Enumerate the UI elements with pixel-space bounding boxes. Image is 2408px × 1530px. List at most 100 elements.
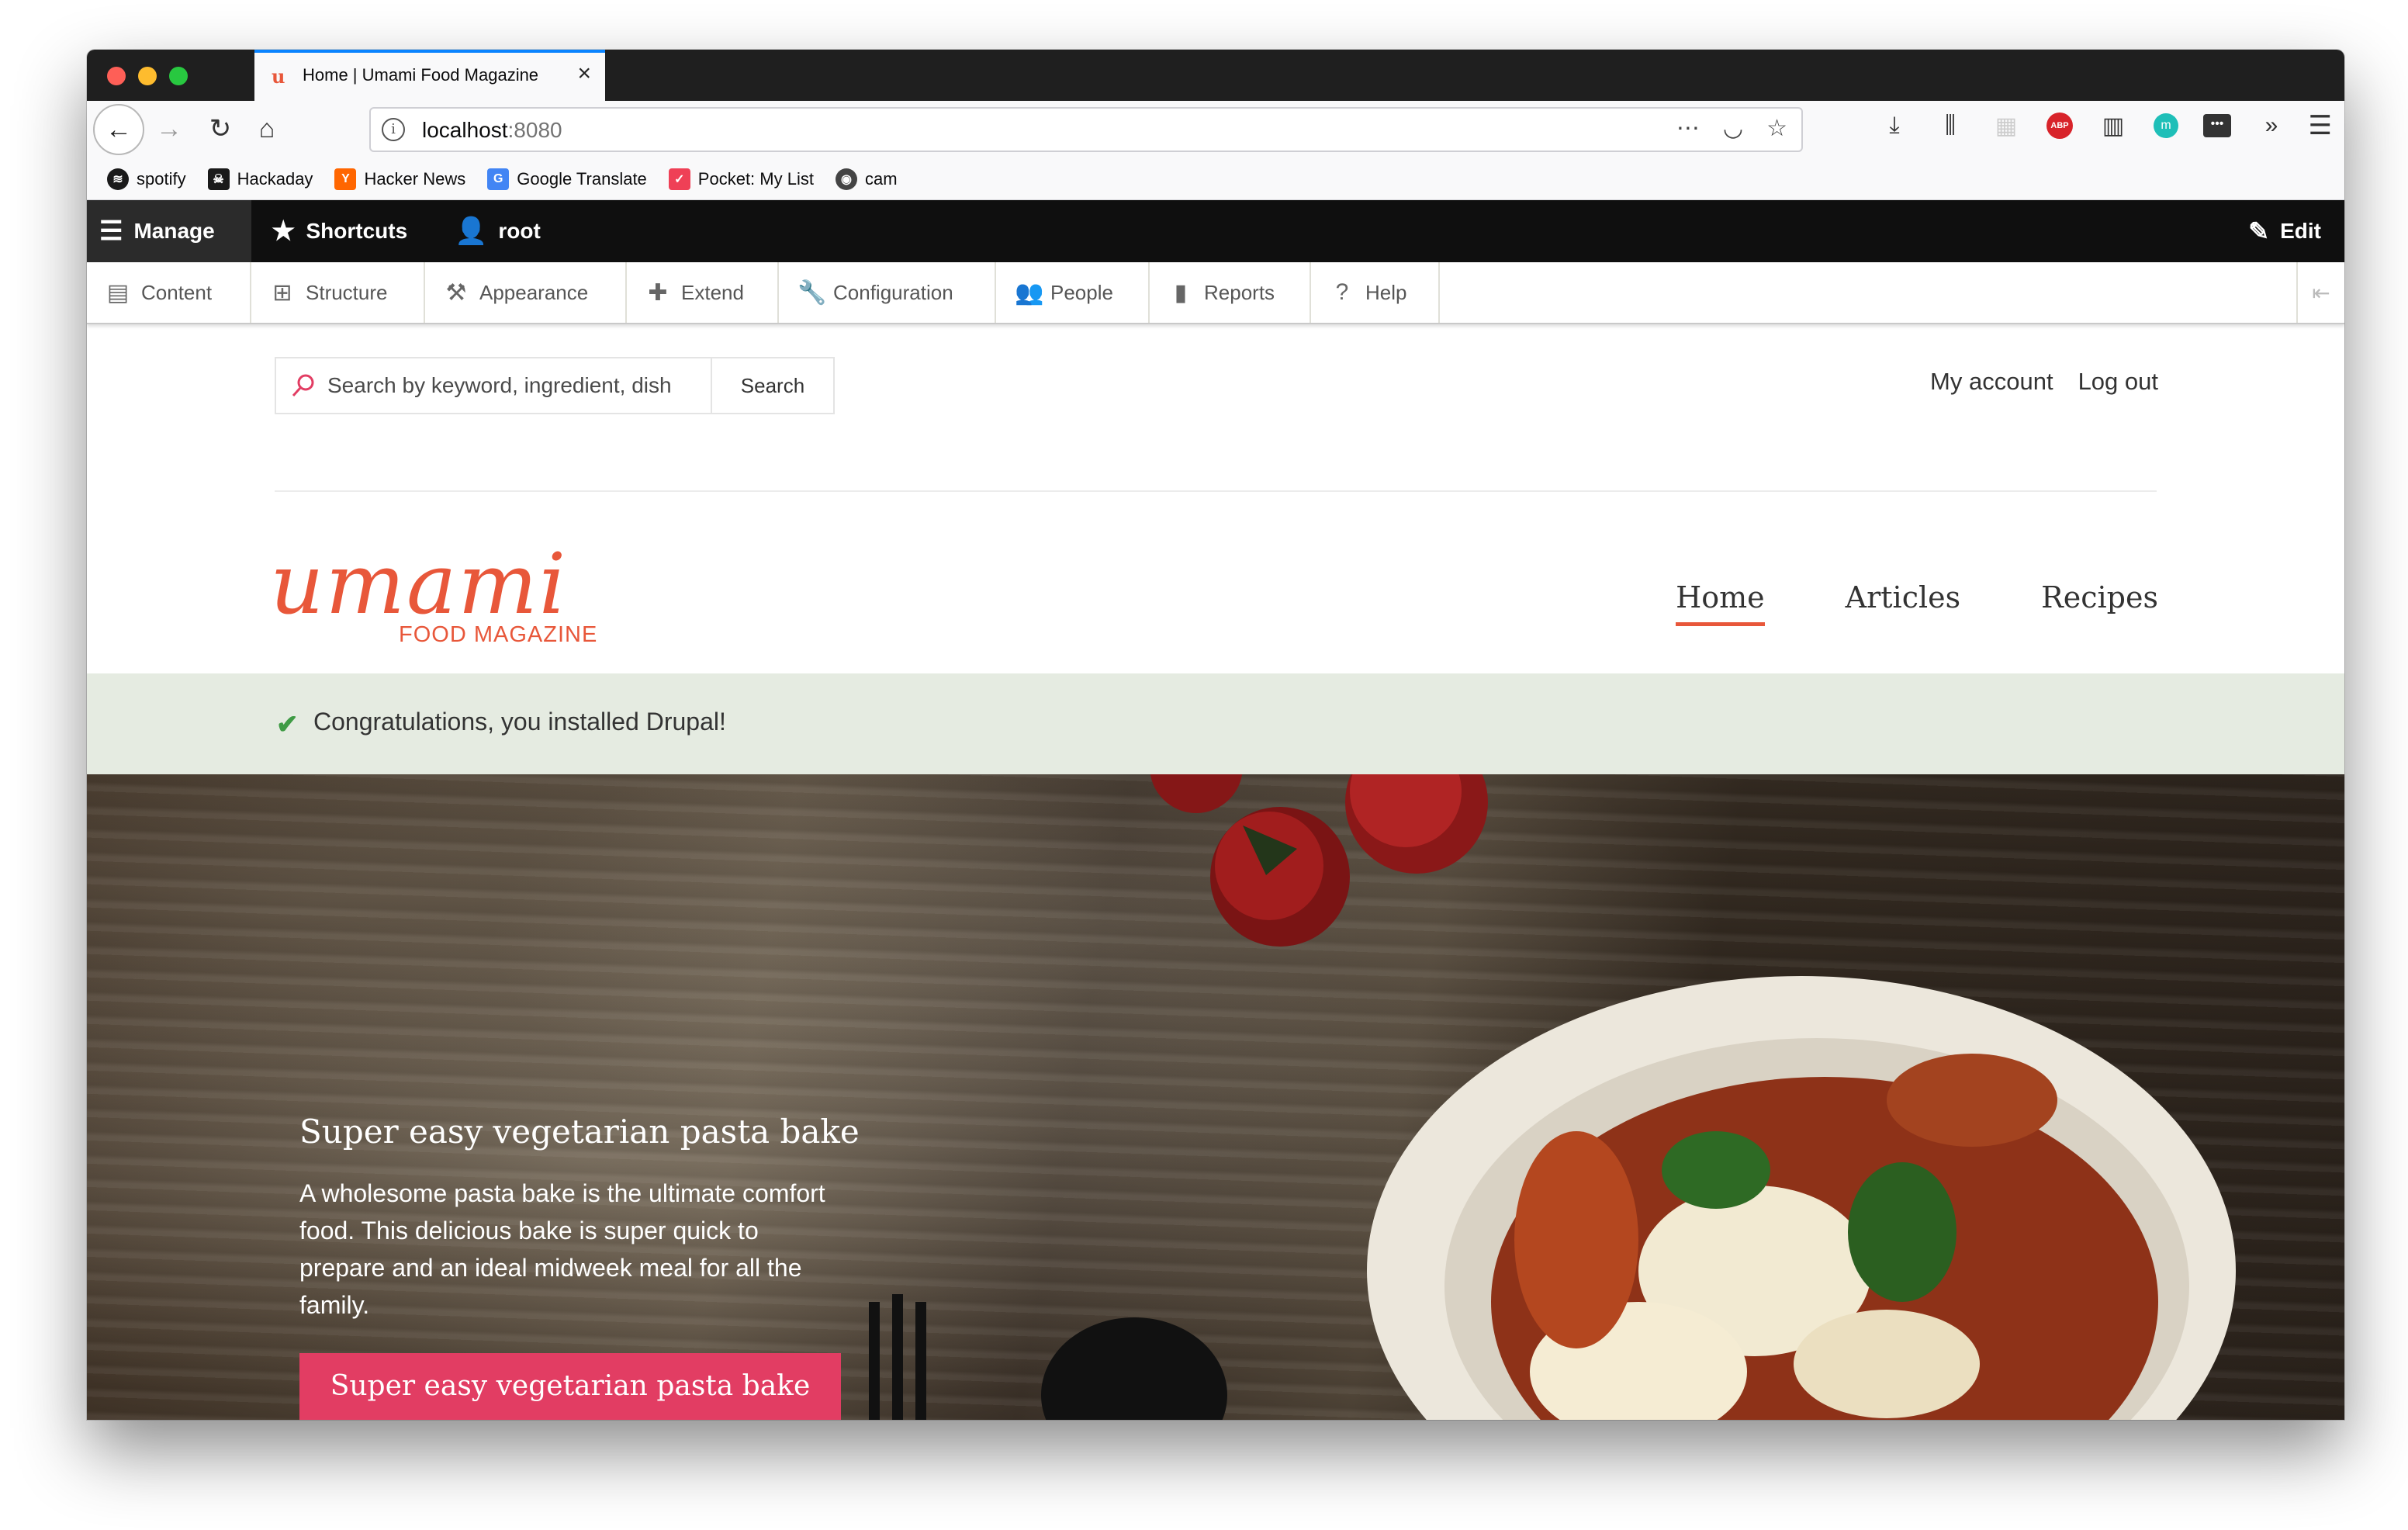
checkmark-icon: ✔: [276, 710, 299, 739]
log-out-link[interactable]: Log out: [2078, 368, 2158, 396]
more-actions-icon[interactable]: ⋯: [1676, 115, 1700, 142]
tray-item-content[interactable]: ▤ Content: [87, 262, 251, 323]
back-button[interactable]: ←: [93, 104, 144, 155]
reports-icon: ▮: [1174, 279, 1188, 306]
toolbar-user[interactable]: 👤 root: [442, 200, 553, 262]
browser-toolbar-right: ⤓ ⫼ ▦ ABP ▥ m ••• »: [1879, 110, 2287, 141]
minimize-window-button[interactable]: [138, 67, 157, 85]
home-button[interactable]: ⌂: [247, 109, 287, 149]
tray-item-label: Appearance: [479, 280, 589, 304]
url-bar[interactable]: i localhost:8080 ⋯ ◡ ☆: [369, 107, 1803, 152]
tray-item-appearance[interactable]: ⚒ Appearance: [425, 262, 627, 323]
site-info-icon[interactable]: i: [382, 118, 405, 141]
hamburger-menu-icon[interactable]: ☰: [2309, 110, 2332, 141]
forward-button[interactable]: →: [149, 109, 189, 149]
pocket-save-icon[interactable]: ◡: [1723, 115, 1743, 142]
tray-item-help[interactable]: ? Help: [1311, 262, 1440, 323]
bookmark-google-translate[interactable]: G Google Translate: [487, 168, 647, 190]
bookmarks-bar: ≋ spotify ☠ Hackaday Y Hacker News G Goo…: [87, 158, 2344, 200]
tray-item-structure[interactable]: ⊞ Structure: [251, 262, 425, 323]
hacker-news-icon: Y: [334, 168, 357, 190]
tray-item-label: Structure: [306, 280, 388, 304]
search-input[interactable]: [276, 358, 712, 413]
hackaday-icon: ☠: [207, 168, 230, 190]
configuration-icon: 🔧: [797, 279, 827, 306]
main-navigation: Home Articles Recipes: [1676, 580, 2158, 626]
overflow-menu-icon[interactable]: »: [2256, 110, 2287, 141]
tray-item-reports[interactable]: ▮ Reports: [1150, 262, 1311, 323]
hero-banner: Super easy vegetarian pasta bake A whole…: [87, 774, 2344, 1420]
navigation-bar: ← → ↻ ⌂ i localhost:8080 ⋯ ◡ ☆ ⤓ ⫼ ▦ ABP…: [87, 101, 2344, 158]
status-message: ✔ Congratulations, you installed Drupal!: [87, 673, 2344, 774]
tray-item-extend[interactable]: ✚ Extend: [627, 262, 779, 323]
google-translate-icon: G: [487, 168, 510, 190]
tab-strip: u Home | Umami Food Magazine ×: [87, 50, 2344, 101]
tray-item-people[interactable]: 👥 People: [996, 262, 1150, 323]
reload-button[interactable]: ↻: [200, 109, 240, 149]
tray-item-label: Reports: [1204, 280, 1275, 304]
mercury-extension-icon[interactable]: m: [2154, 113, 2178, 138]
toolbar-shortcuts[interactable]: ★ Shortcuts: [259, 200, 420, 262]
cam-icon: ◉: [835, 168, 857, 190]
search-button[interactable]: Search: [712, 358, 833, 413]
bookmark-hackaday[interactable]: ☠ Hackaday: [207, 168, 313, 190]
pencil-icon: ✎: [2248, 217, 2270, 245]
close-tab-icon[interactable]: ×: [577, 62, 591, 85]
bookmark-pocket[interactable]: ✓ Pocket: My List: [668, 168, 814, 190]
toolbar-manage[interactable]: ☰ Manage: [87, 200, 251, 262]
nav-recipes[interactable]: Recipes: [2041, 580, 2158, 626]
sidebar-icon[interactable]: ▥: [2098, 110, 2129, 141]
toolbar-manage-label: Manage: [133, 219, 215, 243]
downloads-icon[interactable]: ⤓: [1879, 110, 1910, 141]
password-manager-icon[interactable]: •••: [2203, 114, 2231, 137]
header-divider: [275, 490, 2157, 492]
people-icon: 👥: [1015, 279, 1044, 306]
hero-description: A wholesome pasta bake is the ultimate c…: [299, 1179, 825, 1319]
collapse-tray-icon[interactable]: ⇤: [2296, 262, 2344, 323]
bookmark-label: Pocket: My List: [697, 168, 814, 189]
bookmark-hacker-news[interactable]: Y Hacker News: [334, 168, 465, 190]
star-icon: ★: [272, 216, 296, 246]
bookmark-label: cam: [864, 168, 898, 189]
toolbar-user-label: root: [498, 219, 541, 243]
admin-toolbar: ☰ Manage ★ Shortcuts 👤 root ✎ Edit: [87, 200, 2344, 262]
logo-wordmark: umami: [270, 536, 568, 633]
status-text: Congratulations, you installed Drupal!: [313, 708, 726, 736]
bookmark-spotify[interactable]: ≋ spotify: [107, 168, 186, 190]
hero-cta-button[interactable]: Super easy vegetarian pasta bake: [299, 1353, 841, 1420]
extend-icon: ✚: [648, 279, 668, 306]
extension-placeholder-icon[interactable]: ▦: [1991, 110, 2022, 141]
library-icon[interactable]: ⫼: [1935, 110, 1966, 141]
spotify-icon: ≋: [107, 168, 129, 190]
nav-articles[interactable]: Articles: [1846, 580, 1960, 626]
tab-active[interactable]: u Home | Umami Food Magazine ×: [254, 50, 605, 101]
admin-tray: ▤ Content ⊞ Structure ⚒ Appearance ✚ Ext…: [87, 262, 2344, 324]
tray-item-configuration[interactable]: 🔧 Configuration: [779, 262, 996, 323]
close-window-button[interactable]: [107, 67, 126, 85]
my-account-link[interactable]: My account: [1930, 368, 2053, 396]
bookmark-star-icon[interactable]: ☆: [1766, 115, 1787, 142]
bookmark-label: Hackaday: [237, 168, 313, 189]
search-form: Search: [275, 357, 835, 414]
url-text[interactable]: localhost:8080: [422, 118, 562, 143]
bookmark-label: Hacker News: [364, 168, 466, 189]
bookmark-label: spotify: [137, 168, 186, 189]
hero-title: Super easy vegetarian pasta bake: [299, 1113, 860, 1151]
toolbar-edit-label: Edit: [2280, 219, 2321, 243]
nav-home[interactable]: Home: [1676, 580, 1765, 626]
browser-window: u Home | Umami Food Magazine × ← → ↻ ⌂ i…: [87, 50, 2344, 1420]
site-logo[interactable]: umami FOOD MAGAZINE: [270, 538, 605, 655]
tray-item-label: Configuration: [833, 280, 953, 304]
bookmark-cam[interactable]: ◉ cam: [835, 168, 898, 190]
zoom-window-button[interactable]: [169, 67, 188, 85]
tray-item-label: Extend: [681, 280, 744, 304]
tab-title: Home | Umami Food Magazine: [303, 65, 539, 85]
toolbar-edit[interactable]: ✎ Edit: [2236, 200, 2334, 262]
adblock-plus-icon[interactable]: ABP: [2046, 112, 2073, 139]
user-icon: 👤: [455, 216, 488, 246]
toolbar-shortcuts-label: Shortcuts: [306, 219, 408, 243]
content-icon: ▤: [106, 279, 130, 306]
menu-icon: ☰: [99, 216, 123, 246]
page-actions: ⋯ ◡ ☆: [1676, 115, 1787, 142]
umami-favicon-icon: u: [272, 65, 285, 88]
